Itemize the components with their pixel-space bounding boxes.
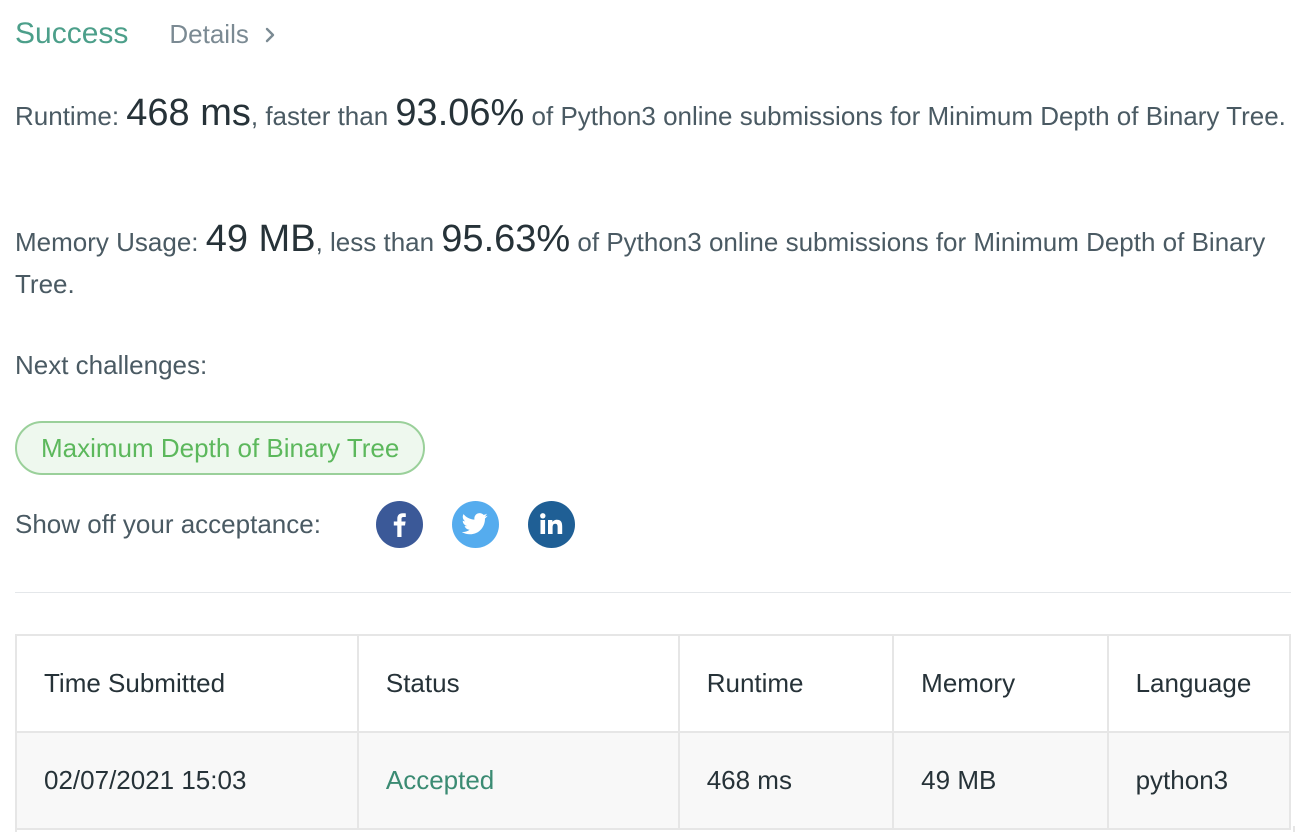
next-challenge-tag[interactable]: Maximum Depth of Binary Tree: [15, 421, 426, 475]
details-label: Details: [169, 18, 249, 49]
details-link[interactable]: Details: [169, 19, 276, 50]
runtime-label: Runtime:: [15, 101, 127, 131]
cell-language: python3: [1106, 731, 1292, 830]
submissions-table: Time Submitted Status Runtime Memory Lan…: [15, 634, 1292, 830]
memory-label: Memory Usage:: [15, 227, 206, 257]
twitter-icon[interactable]: [451, 500, 499, 548]
runtime-value: 468 ms: [126, 92, 251, 134]
column-header-status: Status: [356, 634, 680, 733]
table-row: 02/07/2021 15:03 Accepted 468 ms 49 MB p…: [15, 731, 1292, 830]
runtime-suffix: of Python3 online submissions for Minimu…: [524, 101, 1286, 131]
memory-summary: Memory Usage: 49 MB, less than 95.63% of…: [15, 218, 1291, 305]
column-header-time: Time Submitted: [15, 634, 359, 733]
share-label: Show off your acceptance:: [15, 508, 321, 539]
memory-value: 49 MB: [205, 218, 316, 260]
cell-runtime: 468 ms: [677, 731, 895, 830]
column-header-memory: Memory: [892, 634, 1109, 733]
share-row: Show off your acceptance:: [15, 500, 575, 548]
next-row-edge: [15, 826, 1295, 832]
memory-percent: 95.63%: [441, 218, 571, 260]
status-title: Success: [15, 17, 129, 50]
memory-comparison: , less than: [315, 227, 442, 257]
runtime-comparison: , faster than: [250, 101, 396, 131]
runtime-summary: Runtime: 468 ms, faster than 93.06% of P…: [15, 92, 1291, 137]
runtime-percent: 93.06%: [395, 92, 525, 134]
section-divider: [15, 592, 1291, 593]
cell-memory: 49 MB: [892, 731, 1109, 830]
cell-time-submitted: 02/07/2021 15:03: [15, 731, 359, 830]
linkedin-icon[interactable]: [527, 500, 575, 548]
table-header-row: Time Submitted Status Runtime Memory Lan…: [15, 634, 1292, 733]
column-header-runtime: Runtime: [677, 634, 895, 733]
facebook-icon[interactable]: [375, 500, 423, 548]
chevron-right-icon: [263, 27, 277, 43]
cell-status-link[interactable]: Accepted: [356, 731, 680, 830]
next-challenges-label: Next challenges:: [15, 350, 208, 380]
column-header-language: Language: [1106, 634, 1292, 733]
result-header: Success Details: [15, 14, 277, 54]
